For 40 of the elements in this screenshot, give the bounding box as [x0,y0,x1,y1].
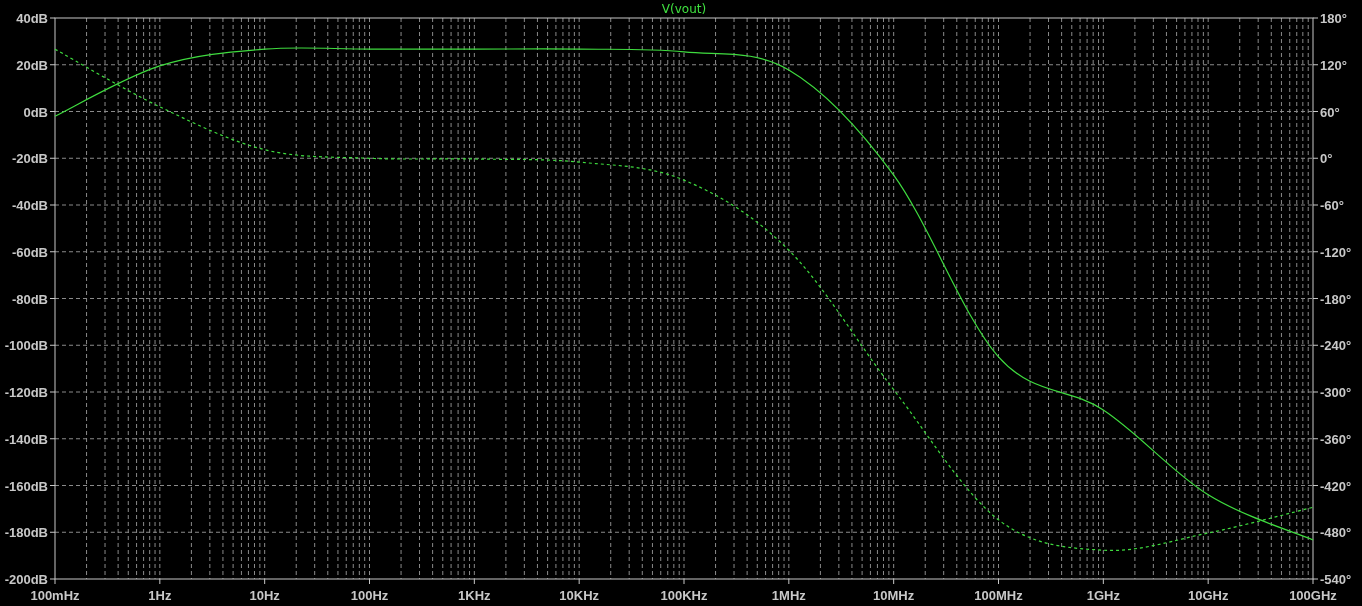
plot-title: V(vout) [661,2,707,16]
x-axis-label: 1KHz [458,588,491,603]
y-axis-label: -60° [1320,198,1344,213]
y-axis-label: 0dB [23,104,48,120]
x-axis-label: 100mHz [30,588,80,603]
y-axis-label: -480° [1320,525,1352,541]
x-axis-label: 1MHz [771,588,806,603]
y-axis-label: 20dB [16,57,48,73]
y-axis-label: 120° [1320,57,1347,73]
x-axis-label: 10KHz [559,588,600,603]
x-axis-label: 100GHz [1289,588,1337,603]
x-axis-label: 100MHz [974,588,1023,603]
y-axis-label: 180° [1320,11,1347,26]
x-axis-label: 10GHz [1187,588,1229,603]
y-axis-label: -120dB [4,385,48,400]
y-axis-label: -60dB [11,244,48,260]
y-axis-label: -200dB [4,572,48,587]
x-axis-label: 100Hz [350,588,389,603]
y-axis-label: -140dB [4,431,48,447]
x-axis-label: 100KHz [660,588,708,603]
y-axis-label: -40dB [11,198,48,213]
x-axis-label: 1GHz [1086,588,1120,603]
x-axis-label: 1Hz [148,588,172,603]
y-axis-label: -180° [1320,291,1352,307]
y-axis-label: -160dB [4,478,48,494]
y-axis-label: -80dB [11,291,48,307]
y-axis-label: -360° [1320,431,1352,447]
y-axis-label: -240° [1320,338,1352,354]
x-axis-label: 10Hz [249,588,280,603]
y-axis-label: 40dB [16,11,48,26]
y-axis-label: -300° [1320,385,1352,400]
x-axis-label: 10MHz [873,588,915,603]
y-axis-label: -540° [1320,572,1352,587]
y-axis-label: -100dB [4,338,48,354]
y-axis-label: 0° [1320,151,1333,167]
y-axis-label: -180dB [4,525,48,541]
y-axis-label: -120° [1320,244,1352,260]
y-axis-label: 60° [1320,104,1340,120]
y-axis-label: -420° [1320,478,1352,494]
y-axis-label: -20dB [11,151,48,167]
